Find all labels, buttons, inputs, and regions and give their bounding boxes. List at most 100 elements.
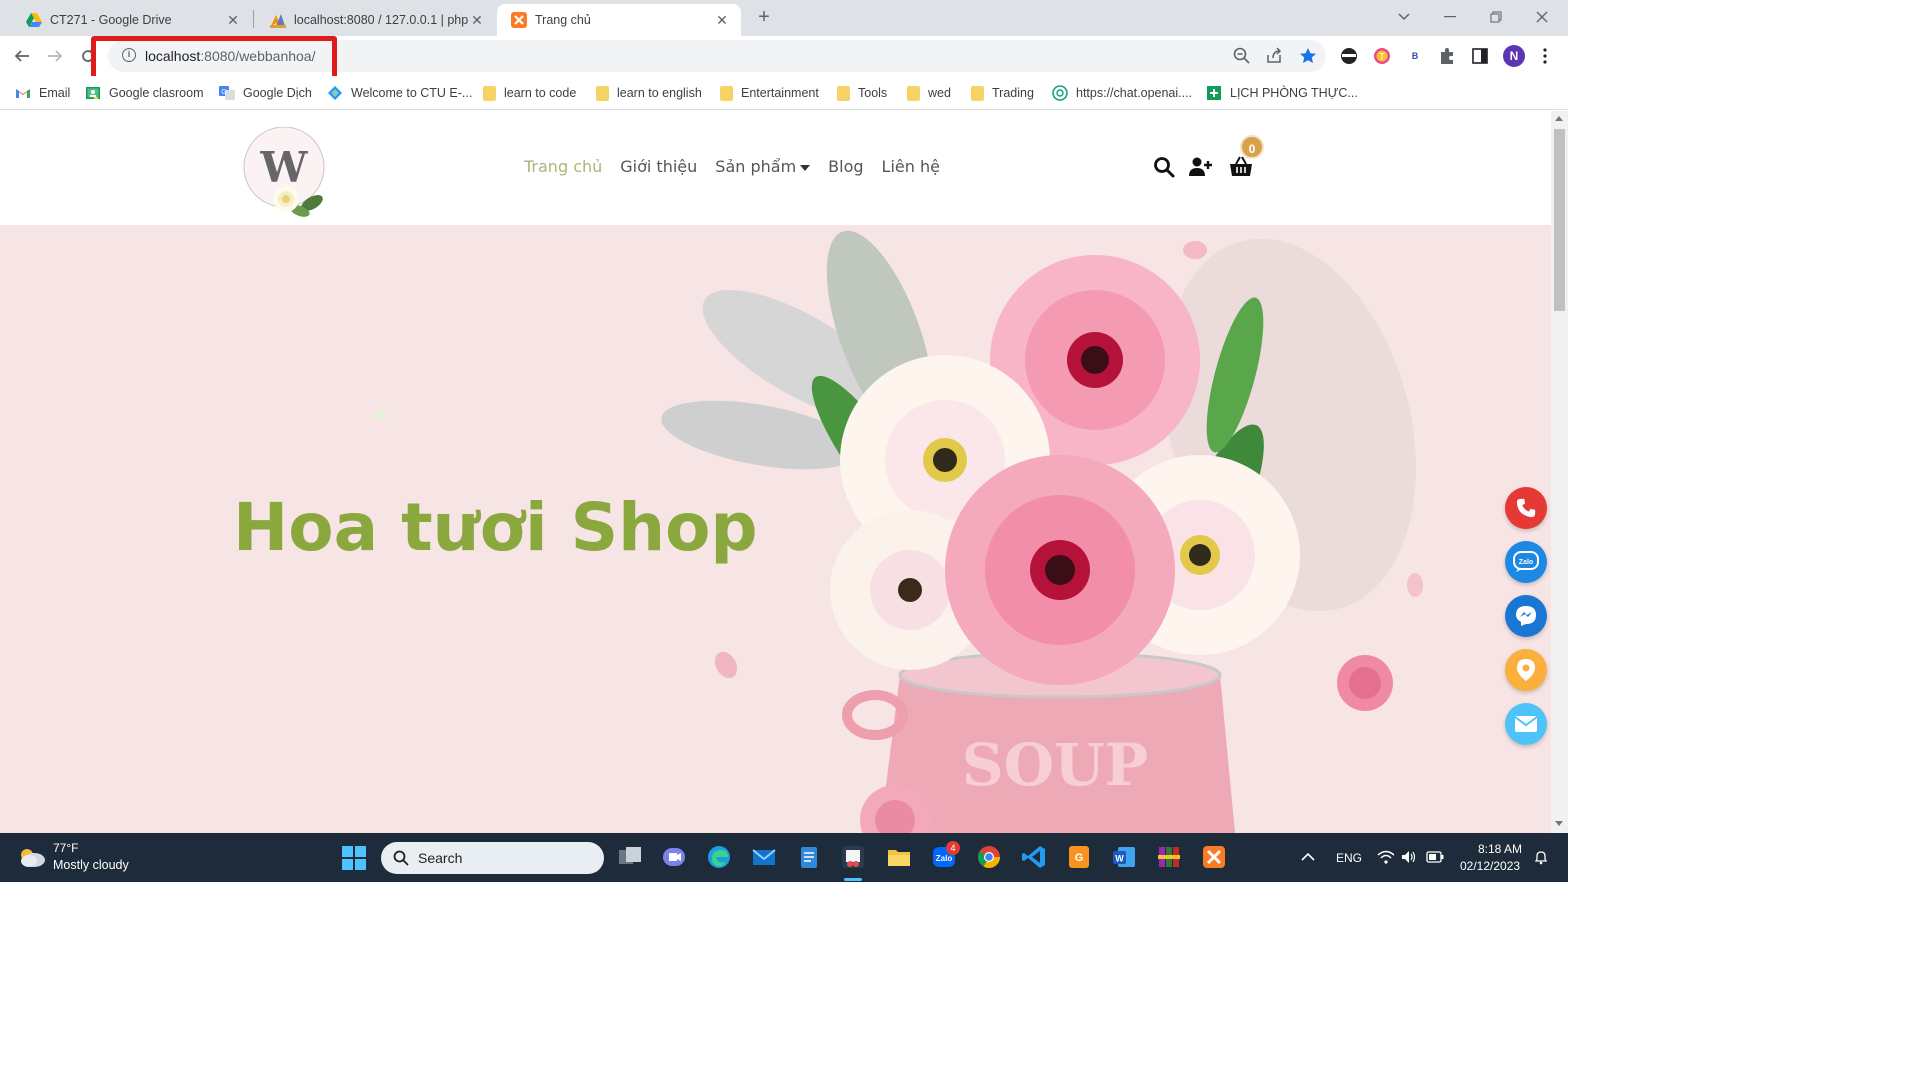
bookmark-folder-tools[interactable]: Tools <box>837 84 887 102</box>
bookmark-chatgpt[interactable]: https://chat.openai.... <box>1052 84 1192 102</box>
location-icon <box>1517 659 1535 681</box>
logo-letter: W <box>259 143 308 192</box>
bookmark-folder-trading[interactable]: Trading <box>971 84 1034 102</box>
restore-icon[interactable] <box>1473 0 1519 34</box>
tab-trang-chu[interactable]: Trang chủ ✕ <box>497 4 741 36</box>
user-add-icon[interactable] <box>1188 155 1212 179</box>
folder-icon <box>720 85 733 101</box>
tab-close-icon[interactable]: ✕ <box>224 11 242 29</box>
back-button[interactable] <box>8 42 36 70</box>
weather-cloud-icon[interactable] <box>17 845 47 869</box>
file-explorer-icon[interactable] <box>886 844 912 870</box>
word-icon[interactable]: W <box>1111 844 1137 870</box>
xampp-taskbar-icon[interactable] <box>1201 844 1227 870</box>
nav-blog[interactable]: Blog <box>828 157 863 176</box>
more-menu-icon[interactable] <box>1535 46 1555 66</box>
extension-translate-icon[interactable]: T <box>1372 46 1392 66</box>
bookmarks-bar: Email Google clasroom G Google Dịch Welc… <box>0 76 1568 110</box>
language-indicator[interactable]: ENG <box>1336 851 1362 865</box>
taskbar-search[interactable]: Search <box>381 842 604 874</box>
phone-button[interactable] <box>1505 487 1547 529</box>
ctu-icon <box>328 86 342 100</box>
sheets-icon <box>1207 86 1221 100</box>
bookmark-folder-entertainment[interactable]: Entertainment <box>720 84 819 102</box>
side-panel-icon[interactable] <box>1470 46 1490 66</box>
messenger-button[interactable] <box>1505 595 1547 637</box>
clock-date[interactable]: 02/12/2023 <box>1460 859 1520 873</box>
arrow-left-icon <box>14 50 29 62</box>
tab-search-icon[interactable] <box>1381 0 1427 34</box>
svg-text:G: G <box>221 89 226 96</box>
winrar-icon[interactable] <box>1156 844 1182 870</box>
teams-chat-icon[interactable] <box>661 844 687 870</box>
bookmark-label: Email <box>39 86 71 100</box>
new-tab-button[interactable]: + <box>752 6 776 30</box>
mail-app-icon[interactable] <box>751 844 777 870</box>
share-icon[interactable] <box>1265 46 1285 66</box>
wifi-icon[interactable] <box>1377 850 1395 864</box>
bookmark-ctu-elearning[interactable]: Welcome to CTU E-... <box>327 84 472 102</box>
extension-ninja-icon[interactable] <box>1339 46 1359 66</box>
nav-gioi-thieu[interactable]: Giới thiệu <box>620 157 697 176</box>
scroll-up-icon[interactable] <box>1555 116 1563 121</box>
bookmark-folder-wed[interactable]: wed <box>907 84 951 102</box>
nav-trang-chu[interactable]: Trang chủ <box>524 157 602 176</box>
bookmark-label: Google clasroom <box>109 86 204 100</box>
tab-phpmyadmin[interactable]: localhost:8080 / 127.0.0.1 | phpM ✕ <box>256 4 496 36</box>
vscode-icon[interactable] <box>1021 844 1047 870</box>
weather-temperature: 77°F <box>53 841 79 855</box>
windows-start-icon[interactable] <box>342 846 366 870</box>
battery-icon[interactable] <box>1426 851 1444 863</box>
bookmark-email[interactable]: Email <box>15 84 70 102</box>
bookmark-google-dich[interactable]: G Google Dịch <box>219 84 312 102</box>
mail-button[interactable] <box>1505 703 1547 745</box>
windows-taskbar: 77°F Mostly cloudy Search Zalo 4 G W ENG… <box>0 833 1568 882</box>
bookmark-label: learn to code <box>504 86 577 100</box>
notification-bell-icon[interactable] <box>1533 849 1549 865</box>
zoom-icon[interactable] <box>1232 46 1252 66</box>
clock-time[interactable]: 8:18 AM <box>1478 842 1522 856</box>
svg-text:Zalo: Zalo <box>936 854 953 863</box>
chevron-up-icon[interactable] <box>1301 852 1315 862</box>
nav-san-pham[interactable]: Sản phẩm <box>715 157 811 176</box>
task-view-icon[interactable] <box>617 844 643 870</box>
forward-button[interactable] <box>41 42 69 70</box>
scroll-thumb[interactable] <box>1554 129 1565 311</box>
edge-icon[interactable] <box>706 844 732 870</box>
zalo-icon: Zalo <box>1513 551 1539 572</box>
page-scrollbar[interactable] <box>1551 111 1568 833</box>
page-viewport: W Trang chủ Giới thiệu Sản phẩm Blog Liê… <box>0 111 1551 833</box>
minimize-icon[interactable] <box>1427 0 1473 34</box>
bookmark-lich-phong-thuc[interactable]: LỊCH PHÒNG THỰC... <box>1206 84 1358 102</box>
location-button[interactable] <box>1505 649 1547 691</box>
bookmark-label: Trading <box>992 86 1034 100</box>
zalo-button[interactable]: Zalo <box>1505 541 1547 583</box>
tab-google-drive[interactable]: CT271 - Google Drive ✕ <box>12 4 252 36</box>
search-icon[interactable] <box>1152 155 1176 179</box>
tab-title: CT271 - Google Drive <box>50 13 172 27</box>
folder-icon <box>907 85 920 101</box>
close-window-icon[interactable] <box>1519 0 1565 34</box>
bookmark-folder-learn-to-code[interactable]: learn to code <box>483 84 576 102</box>
tab-close-icon[interactable]: ✕ <box>713 11 731 29</box>
mail-icon <box>1514 716 1538 732</box>
puzzle-icon[interactable] <box>1437 46 1457 66</box>
profile-avatar[interactable]: N <box>1503 45 1525 67</box>
arrow-right-icon <box>48 50 63 62</box>
bookmark-label: Google Dịch <box>243 86 312 100</box>
pdf-app-icon[interactable]: G <box>1066 844 1092 870</box>
scroll-down-icon[interactable] <box>1555 821 1563 826</box>
folder-icon <box>596 85 609 101</box>
bookmark-folder-learn-to-english[interactable]: learn to english <box>596 84 702 102</box>
bookmark-star-icon[interactable] <box>1298 46 1318 66</box>
svg-text:W: W <box>1115 854 1124 864</box>
volume-icon[interactable] <box>1401 850 1417 864</box>
tab-close-icon[interactable]: ✕ <box>468 11 486 29</box>
bookmark-google-classroom[interactable]: Google clasroom <box>85 84 204 102</box>
snipping-tool-icon[interactable] <box>840 844 866 870</box>
chrome-icon[interactable] <box>976 844 1002 870</box>
shop-logo[interactable]: W <box>240 127 334 221</box>
notepad-icon[interactable] <box>796 844 822 870</box>
extension-b-icon[interactable]: B <box>1405 46 1425 66</box>
nav-lien-he[interactable]: Liên hệ <box>882 157 940 176</box>
